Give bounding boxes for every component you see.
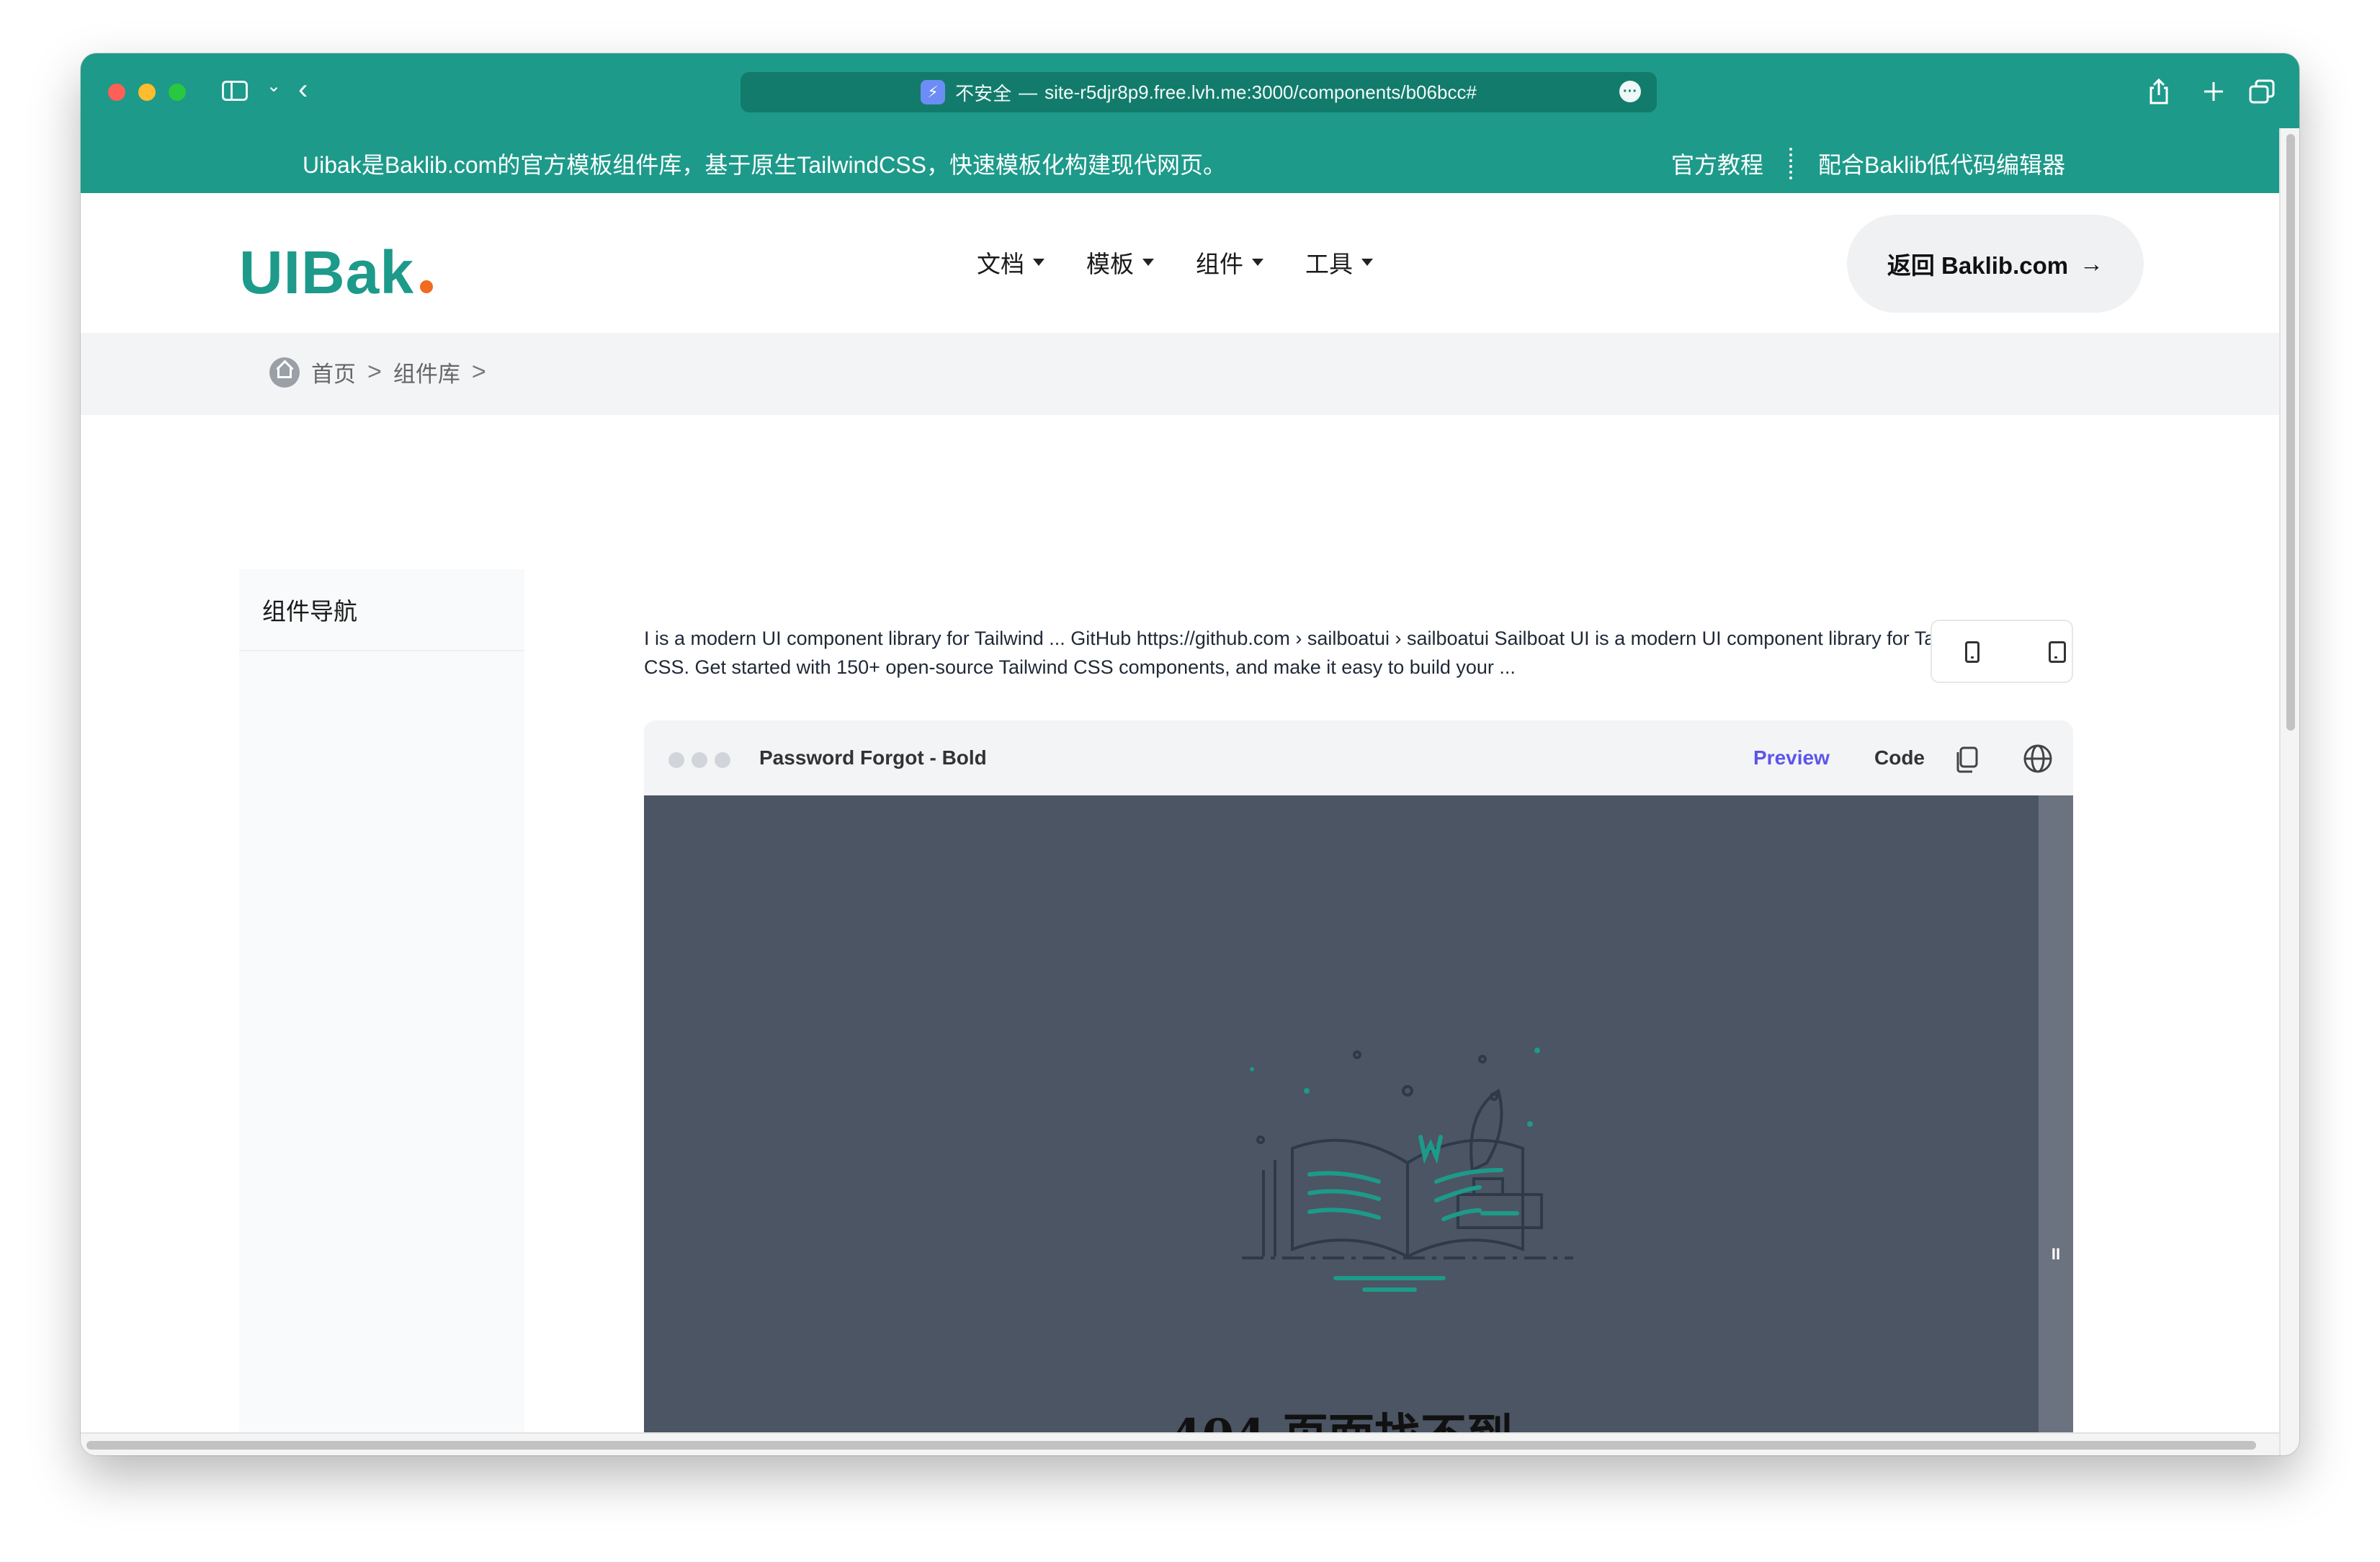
mobile-device-icon[interactable] bbox=[1965, 641, 1979, 663]
caret-down-icon bbox=[1033, 259, 1044, 266]
announcement-text: Uibak是Baklib.com的官方模板组件库，基于原生TailwindCSS… bbox=[303, 152, 1226, 178]
vertical-scroll-thumb[interactable] bbox=[2286, 134, 2295, 731]
announcement-bar: Uibak是Baklib.com的官方模板组件库，基于原生TailwindCSS… bbox=[81, 128, 2279, 193]
link-divider bbox=[1789, 148, 1793, 179]
back-to-baklib-button[interactable]: 返回 Baklib.com → bbox=[1847, 215, 2144, 313]
url-text: site-r5djr8p9.free.lvh.me:3000/component… bbox=[1044, 81, 1477, 103]
zoom-window-button[interactable] bbox=[169, 84, 186, 101]
home-icon[interactable] bbox=[269, 357, 300, 388]
component-title: Password Forgot - Bold bbox=[759, 746, 987, 769]
back-arrow-icon[interactable]: ‹ bbox=[298, 75, 308, 104]
nav-item-components[interactable]: 组件 bbox=[1196, 245, 1263, 280]
nav-item-tools[interactable]: 工具 bbox=[1305, 245, 1373, 280]
browser-toolbar: ⌄ ‹ ⚡ 不安全 — site-r5djr8p9.free.lvh.me:30… bbox=[81, 53, 2299, 128]
nav-item-label: 文档 bbox=[977, 251, 1024, 277]
globe-icon[interactable] bbox=[2023, 744, 2053, 774]
chevron-right-icon: > bbox=[367, 358, 382, 385]
dot-icon bbox=[668, 752, 684, 768]
nav-item-label: 工具 bbox=[1305, 251, 1353, 277]
arrow-right-icon: → bbox=[2080, 250, 2104, 277]
new-tab-icon[interactable] bbox=[2203, 81, 2224, 102]
dot-icon bbox=[692, 752, 707, 768]
dot-icon bbox=[715, 752, 730, 768]
tablet-device-icon[interactable] bbox=[2049, 641, 2066, 663]
main-nav: 文档 模板 组件 工具 bbox=[977, 245, 1373, 280]
resize-grip-icon: II bbox=[2051, 1245, 2061, 1263]
caret-down-icon bbox=[1252, 259, 1263, 266]
vertical-scrollbar[interactable] bbox=[2279, 128, 2299, 1455]
panel-header: Password Forgot - Bold Preview Code bbox=[644, 720, 2073, 795]
nav-item-docs[interactable]: 文档 bbox=[977, 245, 1044, 280]
logo-dot bbox=[420, 280, 434, 293]
caret-down-icon bbox=[1361, 259, 1373, 266]
chevron-down-icon[interactable]: ⌄ bbox=[267, 78, 281, 95]
horizontal-scrollbar[interactable] bbox=[81, 1432, 2279, 1455]
shield-icon: ⚡ bbox=[921, 80, 946, 104]
nav-item-templates[interactable]: 模板 bbox=[1086, 245, 1154, 280]
tab-preview[interactable]: Preview bbox=[1753, 746, 1830, 769]
breadcrumb: 首页 > 组件库 > bbox=[269, 356, 486, 388]
browser-window: ⌄ ‹ ⚡ 不安全 — site-r5djr8p9.free.lvh.me:30… bbox=[81, 53, 2299, 1455]
sidebar-toggle-icon[interactable] bbox=[222, 81, 248, 101]
chevron-right-icon: > bbox=[471, 358, 486, 385]
nav-item-label: 模板 bbox=[1086, 251, 1134, 277]
page-content: UIBak 文档 模板 组件 工具 返回 Baklib.com → 首页 > 组… bbox=[81, 193, 2279, 1455]
breadcrumb-home[interactable]: 首页 bbox=[311, 356, 356, 388]
copy-icon[interactable] bbox=[1952, 745, 1981, 774]
logo-text: UIBak bbox=[239, 238, 415, 306]
component-sidebar: 组件导航 bbox=[239, 569, 524, 1455]
announcement-links: 官方教程 配合Baklib低代码编辑器 bbox=[1671, 147, 2065, 180]
minimize-window-button[interactable] bbox=[138, 84, 156, 101]
editor-link[interactable]: 配合Baklib低代码编辑器 bbox=[1818, 147, 2065, 180]
share-icon[interactable] bbox=[2148, 78, 2170, 105]
site-logo[interactable]: UIBak bbox=[239, 238, 434, 308]
url-separator: — bbox=[1019, 81, 1038, 103]
open-book-illustration bbox=[1242, 1048, 1573, 1292]
component-description: I is a modern UI component library for T… bbox=[644, 628, 1984, 678]
tutorial-link[interactable]: 官方教程 bbox=[1671, 147, 1763, 180]
sidebar-title: 组件导航 bbox=[239, 569, 524, 651]
back-button-label: 返回 Baklib.com bbox=[1887, 252, 2069, 279]
address-bar[interactable]: ⚡ 不安全 — site-r5djr8p9.free.lvh.me:3000/c… bbox=[741, 72, 1657, 112]
breadcrumb-bar: 首页 > 组件库 > bbox=[81, 333, 2279, 415]
preview-canvas: 404 页面找不到 bbox=[644, 795, 2039, 1455]
tab-overview-icon[interactable] bbox=[2249, 79, 2275, 104]
caret-down-icon bbox=[1142, 259, 1154, 266]
horizontal-scroll-thumb[interactable] bbox=[86, 1441, 2256, 1450]
nav-item-label: 组件 bbox=[1196, 251, 1243, 277]
close-window-button[interactable] bbox=[108, 84, 125, 101]
window-dots bbox=[668, 752, 730, 768]
tab-code[interactable]: Code bbox=[1874, 746, 1925, 769]
ellipsis-icon[interactable]: ··· bbox=[1619, 81, 1641, 102]
breadcrumb-components[interactable]: 组件库 bbox=[393, 356, 460, 388]
resize-handle[interactable]: II bbox=[2039, 795, 2073, 1455]
security-label: 不安全 bbox=[955, 82, 1012, 104]
component-preview-panel: Password Forgot - Bold Preview Code II bbox=[644, 720, 2073, 1455]
device-toggle bbox=[1931, 620, 2073, 683]
